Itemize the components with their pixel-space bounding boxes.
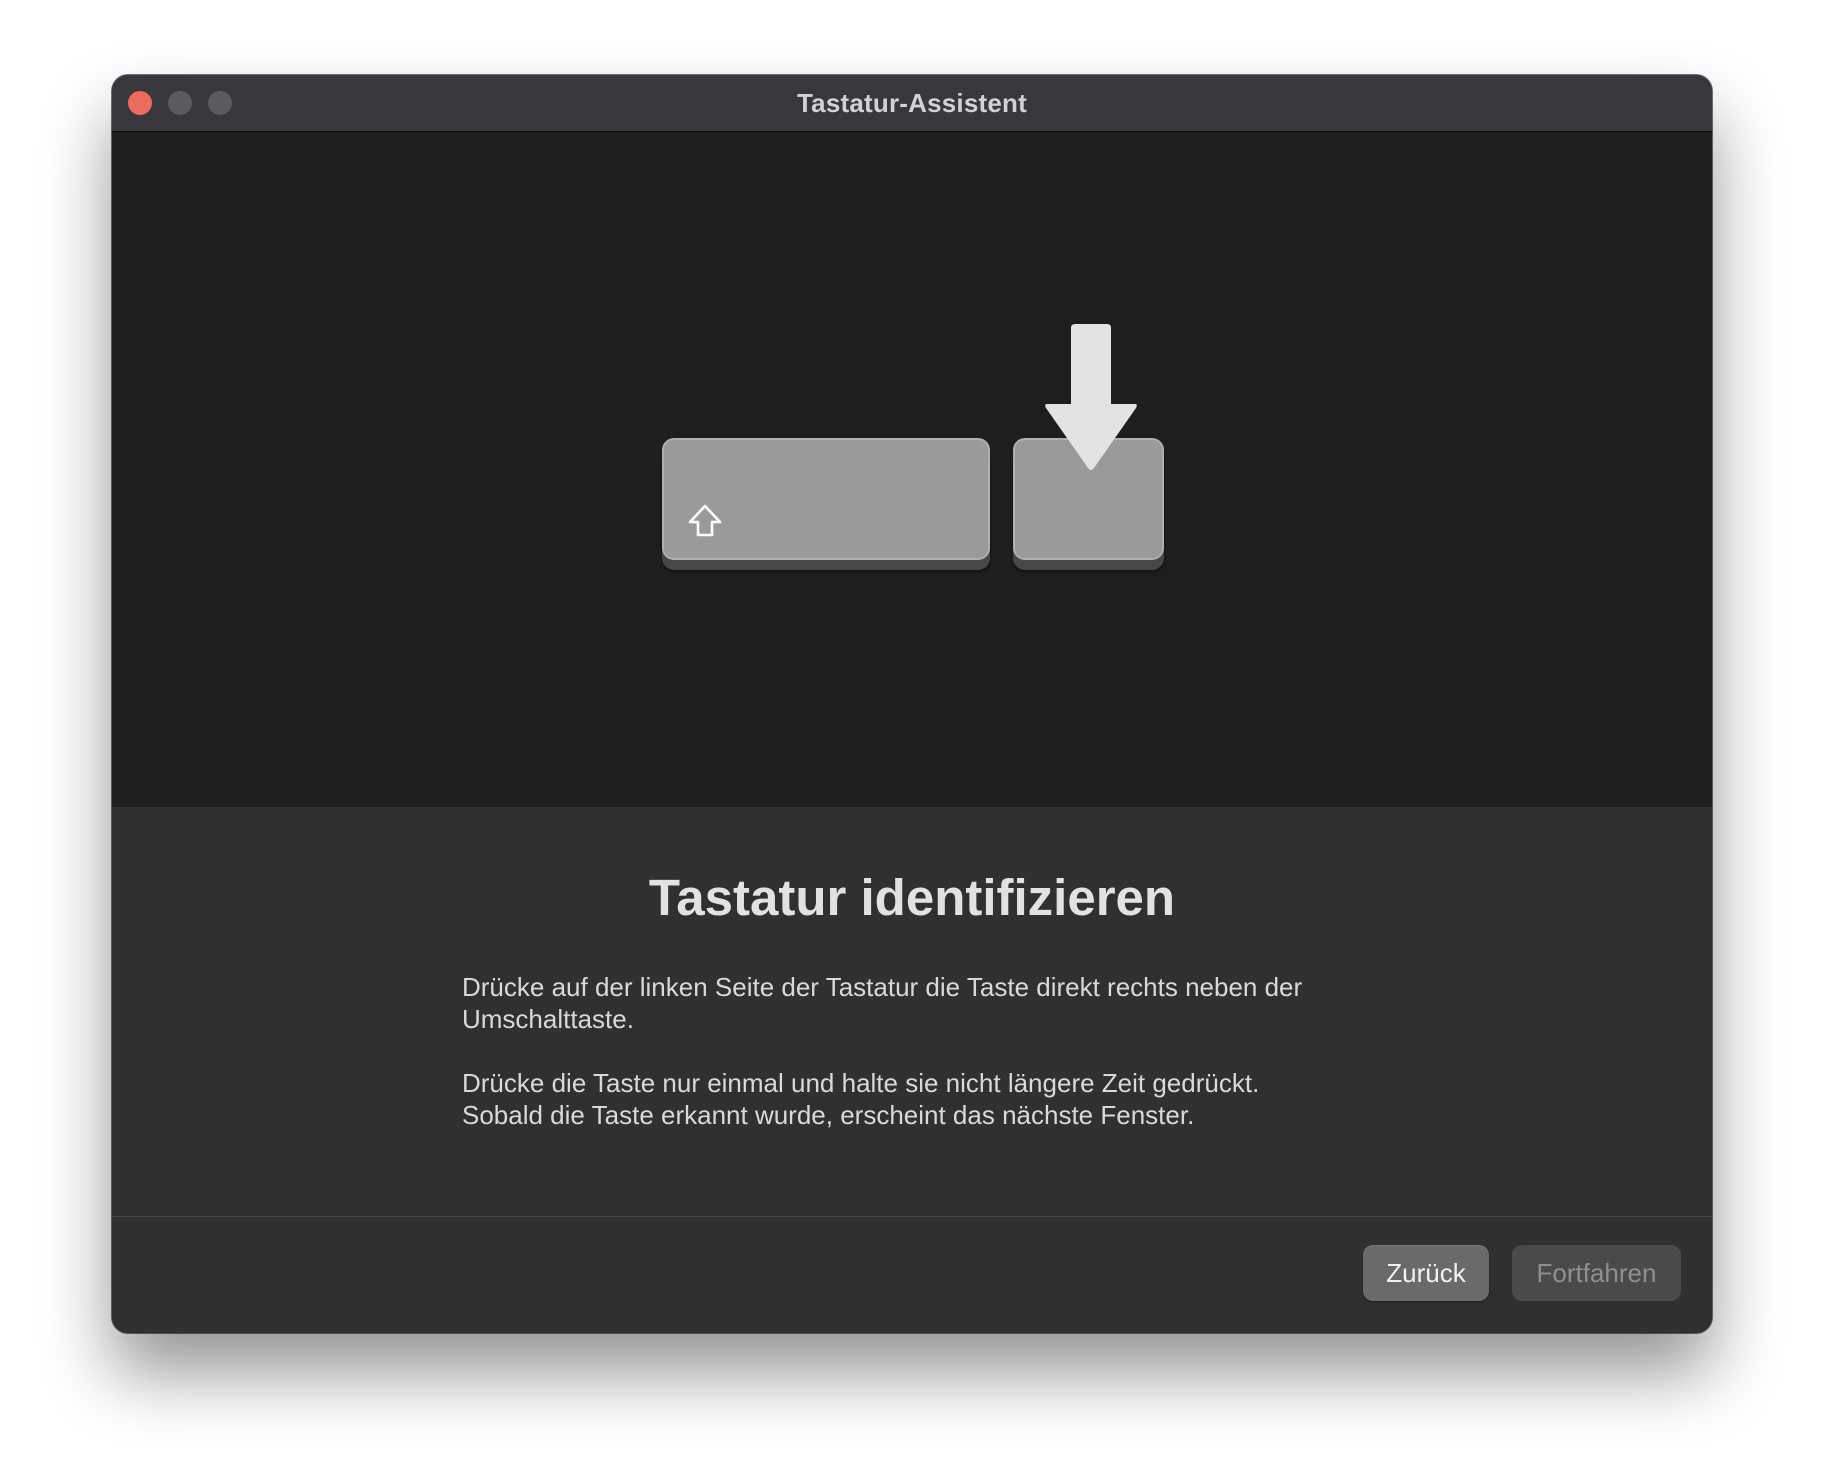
- button-bar: Zurück Fortfahren: [112, 1216, 1712, 1333]
- instruction-paragraph-1: Drücke auf der linken Seite der Tastatur…: [462, 971, 1392, 1035]
- instruction-paragraph-2-line-2: Sobald die Taste erkannt wurde, erschein…: [462, 1100, 1195, 1130]
- shift-key-illustration: [662, 438, 990, 560]
- keyboard-illustration: [112, 132, 1712, 807]
- instruction-paragraph-1-line-1: Drücke auf der linken Seite der Tastatur…: [462, 972, 1303, 1002]
- continue-button: Fortfahren: [1512, 1245, 1681, 1301]
- page-heading: Tastatur identifizieren: [648, 869, 1176, 926]
- title-bar[interactable]: Tastatur-Assistent: [112, 75, 1712, 132]
- instruction-paragraph-2-line-1: Drücke die Taste nur einmal und halte si…: [462, 1068, 1260, 1098]
- keyboard-assistant-window: Tastatur-Assistent Tastatur identifizier…: [112, 75, 1712, 1333]
- instruction-paragraph-2: Drücke die Taste nur einmal und halte si…: [462, 1067, 1392, 1131]
- shift-icon: [688, 504, 722, 537]
- back-button[interactable]: Zurück: [1363, 1245, 1489, 1301]
- arrow-down-icon: [1045, 324, 1137, 470]
- window-title: Tastatur-Assistent: [797, 88, 1027, 118]
- instruction-paragraph-1-line-2: Umschalttaste.: [462, 1004, 634, 1034]
